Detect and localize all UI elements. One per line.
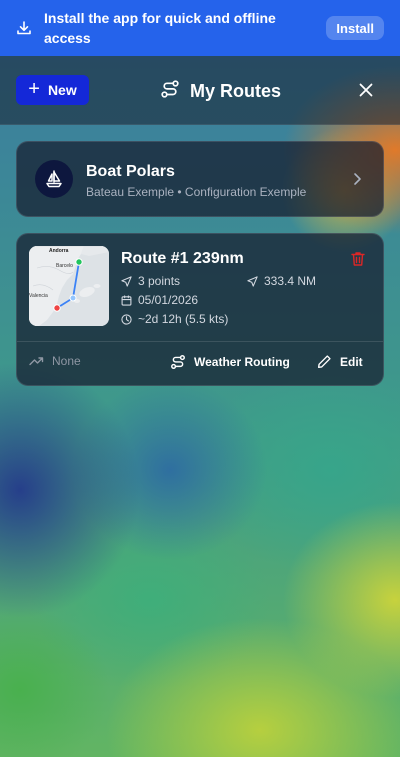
edit-route-button[interactable]: Edit <box>317 354 363 369</box>
install-button[interactable]: Install <box>326 16 384 40</box>
route-map-thumbnail[interactable]: Andorra Barcelo Valencia <box>29 246 109 326</box>
pencil-icon <box>317 355 331 369</box>
calendar-icon <box>121 294 132 306</box>
routes-header: + New My Routes <box>0 56 400 125</box>
navigation-icon <box>247 275 258 287</box>
card-divider <box>17 341 383 342</box>
sailboat-icon <box>35 160 73 198</box>
route-points: 3 points <box>138 274 181 288</box>
weather-routing-label: Weather Routing <box>194 355 290 369</box>
boat-polars-card[interactable]: Boat Polars Bateau Exemple • Configurati… <box>16 141 384 217</box>
route-icon <box>160 79 180 104</box>
wind-status: None <box>29 354 81 368</box>
route-title: Route #1 239nm <box>121 250 244 267</box>
route-date: 05/01/2026 <box>138 293 199 307</box>
route-duration: ~2d 12h (5.5 kts) <box>138 312 229 326</box>
map-label-andorra: Andorra <box>49 248 69 254</box>
download-icon <box>16 20 32 36</box>
polars-title: Boat Polars <box>86 163 175 180</box>
route-date-stat: 05/01/2026 <box>121 293 198 307</box>
wind-status-label: None <box>52 354 81 368</box>
clock-icon <box>121 313 132 325</box>
close-icon <box>359 83 373 97</box>
map-label-valencia: Valencia <box>29 293 48 299</box>
install-message: Install the app for quick and offline ac… <box>44 10 276 46</box>
page-title: My Routes <box>190 80 282 101</box>
close-button[interactable] <box>356 80 376 100</box>
map-label-barcelona: Barcelo <box>56 263 73 269</box>
trend-icon <box>29 357 44 366</box>
edit-label: Edit <box>340 354 363 369</box>
navigation-icon <box>121 275 132 287</box>
page-title-group: My Routes <box>160 78 281 104</box>
plus-icon: + <box>28 78 40 100</box>
delete-route-button[interactable] <box>351 251 365 272</box>
route-duration-stat: ~2d 12h (5.5 kts) <box>121 312 228 326</box>
chevron-right-icon <box>351 171 363 192</box>
trash-icon <box>351 252 365 266</box>
route-distance-stat: 333.4 NM <box>247 274 316 288</box>
route-points-stat: 3 points <box>121 274 180 288</box>
weather-routing-button[interactable]: Weather Routing <box>170 354 290 370</box>
route-card[interactable]: Andorra Barcelo Valencia Route #1 239nm … <box>16 233 384 386</box>
polars-subtitle: Bateau Exemple • Configuration Exemple <box>86 185 307 199</box>
route-icon <box>171 355 185 369</box>
new-route-button[interactable]: + New <box>16 75 89 105</box>
install-banner: Install the app for quick and offline ac… <box>0 0 400 56</box>
route-distance: 333.4 NM <box>264 274 317 288</box>
new-button-label: New <box>47 82 77 98</box>
